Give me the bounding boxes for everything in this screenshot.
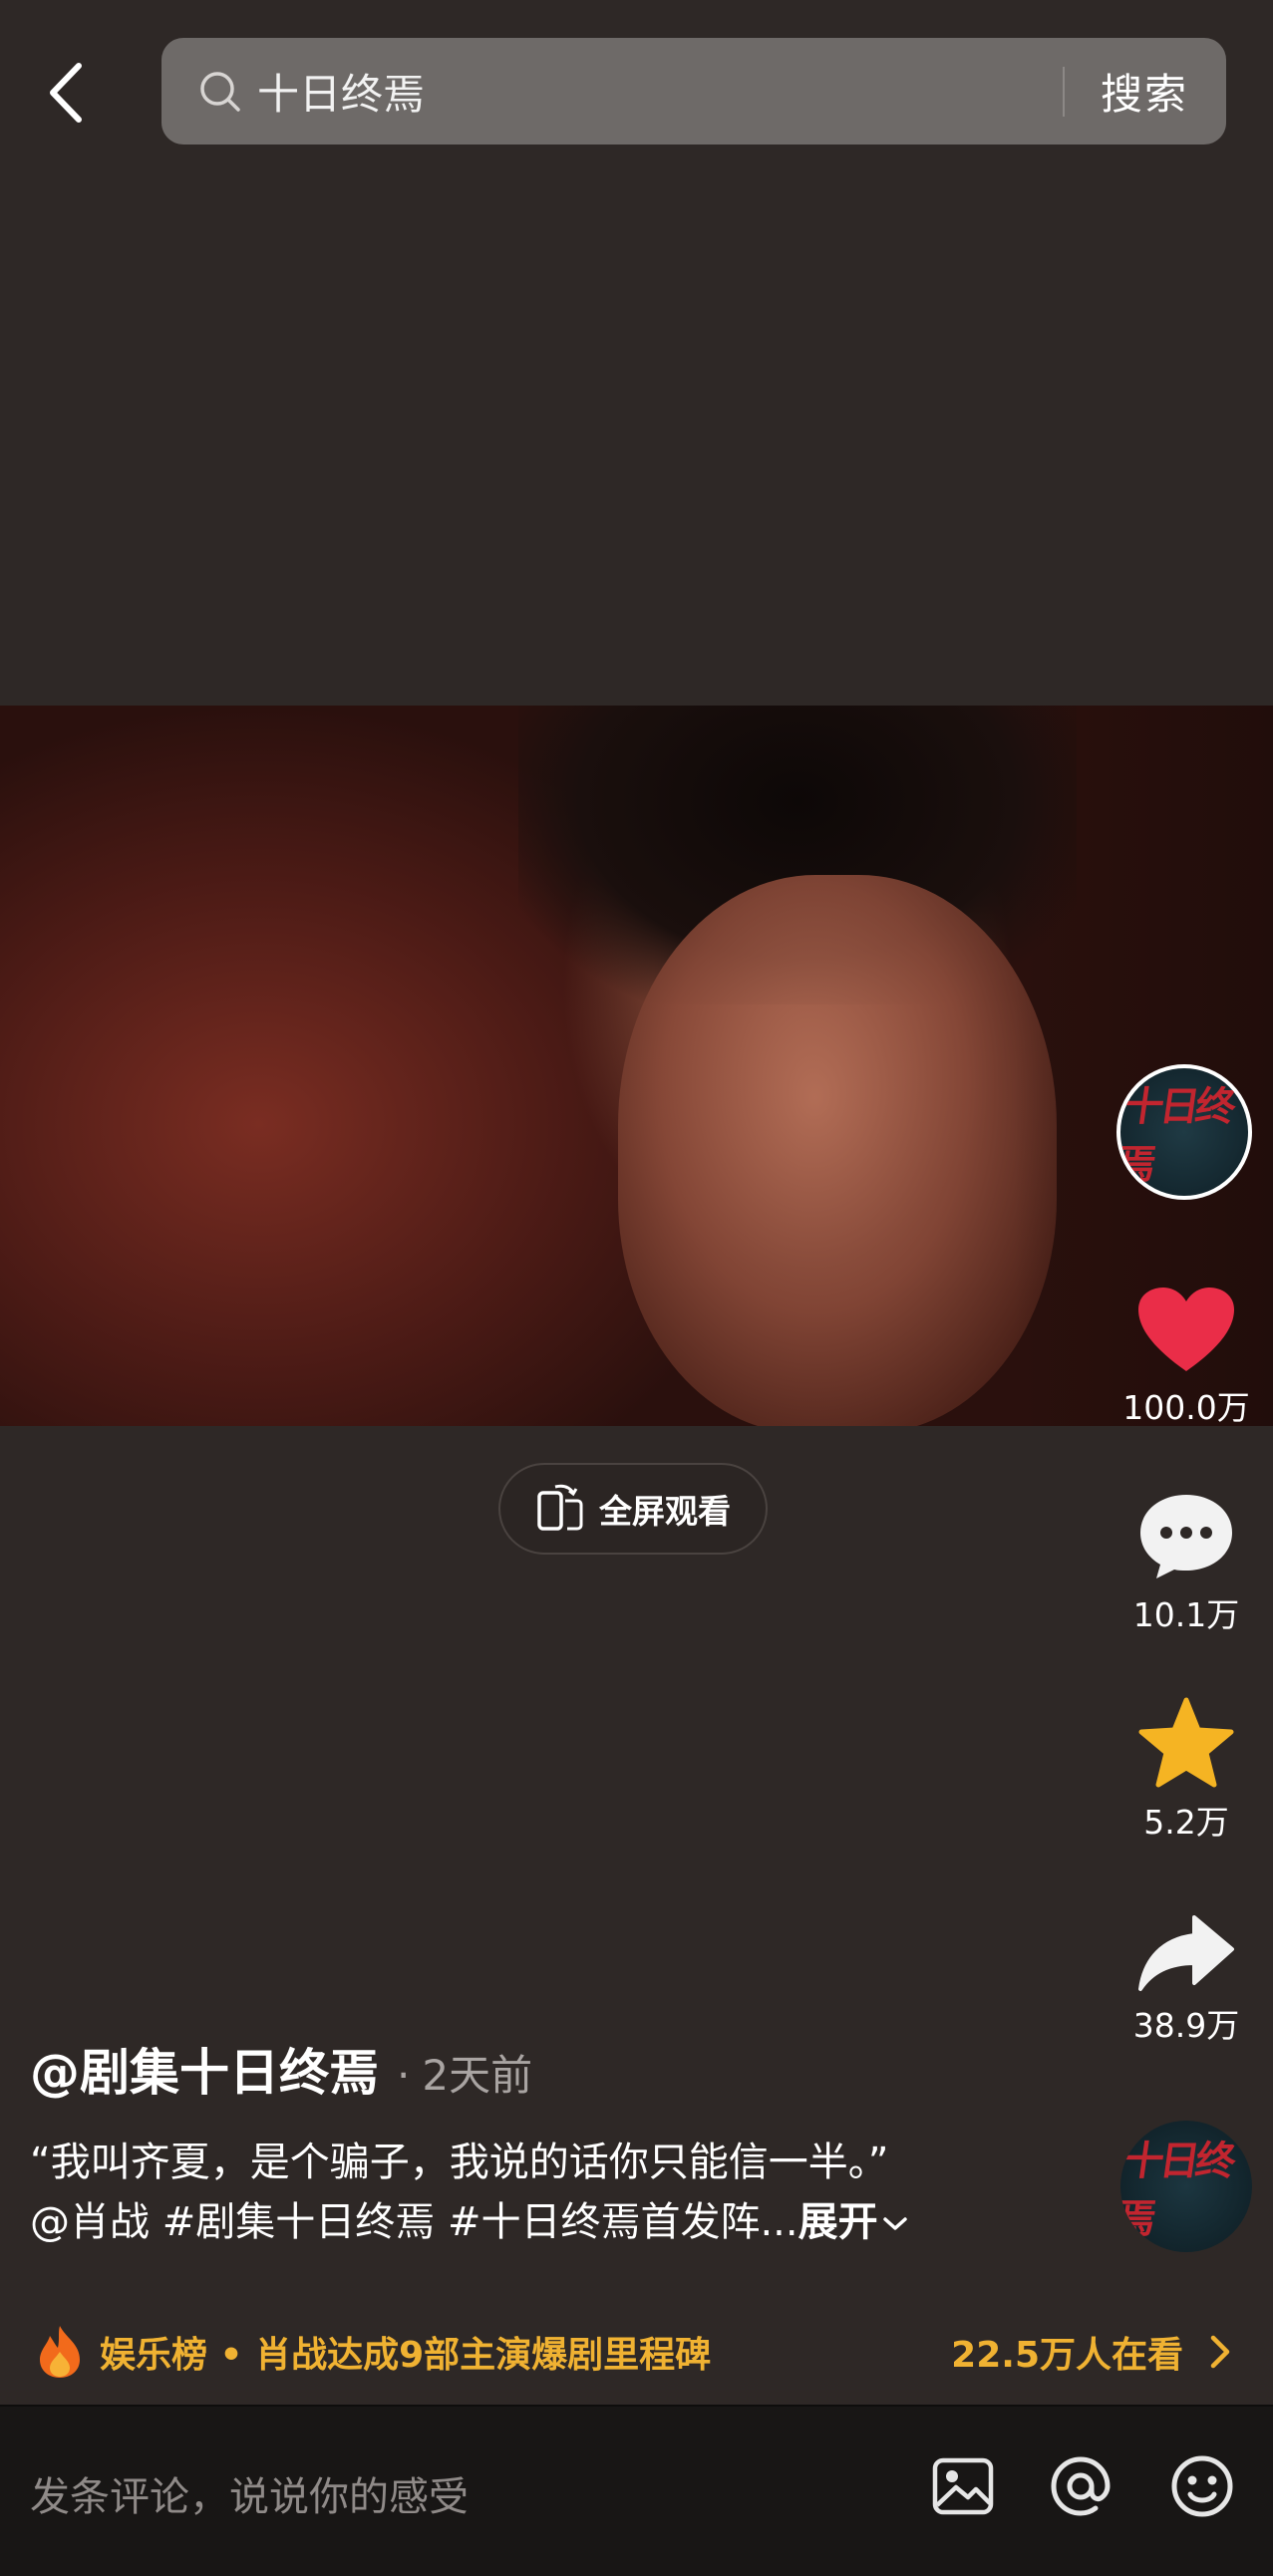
expand-button[interactable]: 展开: [798, 2199, 878, 2245]
fullscreen-button[interactable]: 全屏观看: [498, 1463, 768, 1555]
comment-bar: 发条评论，说说你的感受: [0, 2405, 1273, 2576]
hot-ranking-text: 娱乐榜 • 肖战达成9部主演爆剧里程碑: [100, 2335, 712, 2376]
back-button[interactable]: [30, 58, 100, 128]
chevron-right-icon: [1210, 2335, 1230, 2369]
favorite-button[interactable]: 5.2万: [1107, 1696, 1266, 1844]
caption-line-2: @肖战 #剧集十日终焉 #十日终焉首发阵...展开: [30, 2192, 1087, 2252]
flame-icon: [40, 2326, 80, 2378]
hot-ranking-bar[interactable]: 娱乐榜 • 肖战达成9部主演爆剧里程碑 22.5万人在看: [0, 2312, 1273, 2392]
smiley-icon: [1171, 2455, 1233, 2517]
image-button[interactable]: [923, 2446, 1003, 2526]
search-button[interactable]: 搜索: [1101, 61, 1188, 122]
star-icon: [1138, 1697, 1234, 1788]
post-caption[interactable]: “我叫齐夏，是个骗子，我说的话你只能信一半。” @肖战 #剧集十日终焉 #十日终…: [30, 2133, 1087, 2252]
time-separator: ·: [397, 2051, 411, 2100]
search-bar[interactable]: 十日终焉 搜索: [161, 38, 1226, 144]
comment-input[interactable]: 发条评论，说说你的感受: [30, 2464, 469, 2522]
comment-button[interactable]: 10.1万: [1107, 1491, 1266, 1636]
image-icon: [932, 2457, 994, 2515]
caption-hashtags[interactable]: @肖战 #剧集十日终焉 #十日终焉首发阵...: [30, 2199, 798, 2245]
fullscreen-label: 全屏观看: [599, 1492, 731, 1531]
video-frame-face: [618, 875, 1057, 1426]
caption-line-1: “我叫齐夏，是个骗子，我说的话你只能信一半。”: [30, 2140, 889, 2185]
chevron-left-icon: [50, 63, 82, 123]
at-sign-icon: [1051, 2456, 1111, 2516]
music-disc-logo: 十日终焉: [1120, 2138, 1235, 2242]
heart-icon: [1138, 1288, 1234, 1371]
comment-bubble-icon: [1140, 1495, 1232, 1578]
mention-button[interactable]: [1041, 2446, 1120, 2526]
author-line: @剧集十日终焉 · 2天前: [30, 2033, 532, 2105]
favorite-count: 5.2万: [1143, 1803, 1229, 1842]
search-divider: [1062, 66, 1065, 117]
share-arrow-icon: [1138, 1915, 1234, 1991]
author-name[interactable]: @剧集十日终焉: [30, 2033, 379, 2105]
like-count: 100.0万: [1122, 1388, 1250, 1427]
rotate-screen-icon: [537, 1484, 583, 1531]
chevron-down-icon: [882, 2217, 907, 2230]
post-time: 2天前: [422, 2051, 533, 2100]
share-count: 38.9万: [1132, 2006, 1240, 2045]
watching-count: 22.5万人在看: [951, 2335, 1183, 2376]
music-disc[interactable]: 十日终焉: [1120, 2121, 1252, 2252]
video-player[interactable]: [0, 706, 1273, 1426]
share-button[interactable]: 38.9万: [1107, 1913, 1266, 2047]
search-icon: [200, 71, 240, 112]
search-input[interactable]: 十日终焉: [257, 61, 1063, 122]
comment-count: 10.1万: [1132, 1595, 1240, 1634]
emoji-button[interactable]: [1162, 2446, 1242, 2526]
like-button[interactable]: 100.0万: [1107, 1286, 1266, 1429]
author-avatar[interactable]: 十日终焉: [1116, 1064, 1252, 1200]
author-avatar-logo: 十日终焉: [1116, 1083, 1235, 1188]
